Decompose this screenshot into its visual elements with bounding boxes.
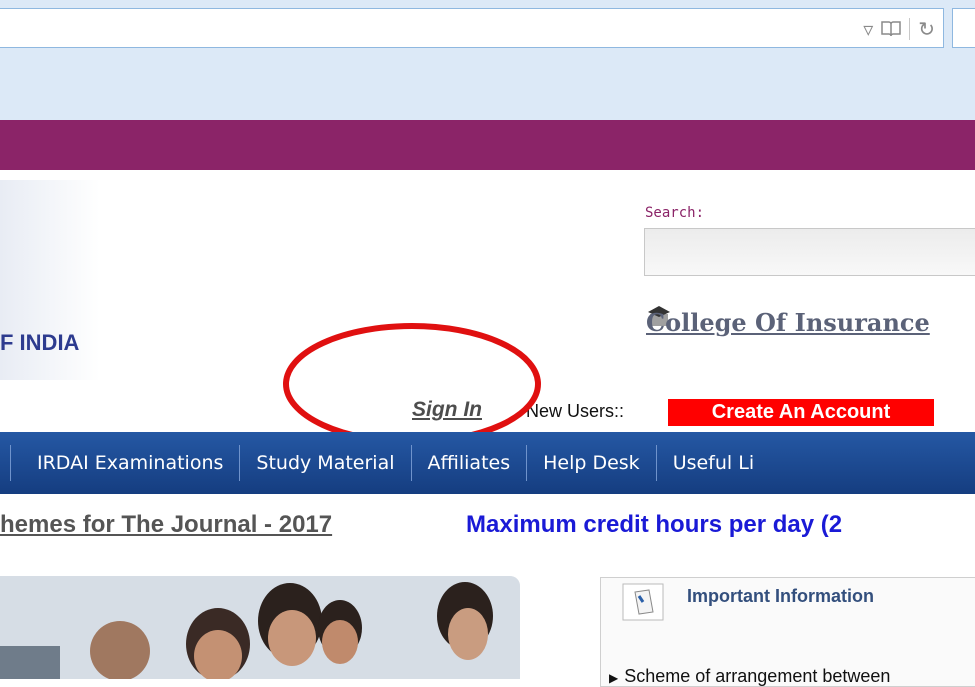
- nav-item-useful-links[interactable]: Useful Li: [657, 445, 770, 481]
- address-bar[interactable]: ▿ ↻: [0, 8, 944, 48]
- new-users-label: New Users::: [526, 401, 625, 421]
- refresh-icon[interactable]: ↻: [918, 17, 935, 41]
- toolbar-separator: [909, 18, 911, 40]
- main-nav: IRDAI Examinations Study Material Affili…: [0, 432, 975, 494]
- sign-in-link[interactable]: Sign In: [412, 398, 482, 422]
- browser-toolbar: ▿ ↻: [0, 0, 975, 120]
- info-item-label[interactable]: Scheme of arrangement between: [624, 666, 890, 686]
- list-item[interactable]: ▶ Scheme of arrangement between: [609, 666, 890, 687]
- search-input[interactable]: [644, 228, 975, 276]
- document-icon: [622, 583, 664, 621]
- info-box-title: Important Information: [687, 586, 874, 606]
- nav-item-help-desk[interactable]: Help Desk: [527, 445, 657, 481]
- create-account-button[interactable]: Create An Account: [668, 399, 934, 426]
- site-top-banner: [0, 120, 975, 170]
- nav-item-study-material[interactable]: Study Material: [240, 445, 412, 481]
- news-highlight[interactable]: Maximum credit hours per day (2: [466, 511, 842, 539]
- nav-item-affiliates[interactable]: Affiliates: [412, 445, 528, 481]
- college-of-insurance-link[interactable]: College Of Insurance: [646, 308, 930, 337]
- search-label: Search:: [645, 205, 705, 221]
- reading-view-icon[interactable]: [881, 20, 901, 38]
- nav-item-irdai-examinations[interactable]: IRDAI Examinations: [11, 445, 241, 481]
- banner-photo: [0, 576, 520, 679]
- site-header: F INDIA Search: College Of Insurance Sig…: [0, 170, 975, 432]
- dropdown-arrow-icon[interactable]: ▿: [863, 17, 873, 41]
- bullet-triangle-icon: ▶: [609, 671, 619, 685]
- search-box-stub[interactable]: [952, 8, 975, 48]
- org-name-fragment: F INDIA: [0, 330, 80, 355]
- important-info-box: Important Information ▶ Scheme of arrange…: [600, 577, 975, 687]
- news-link[interactable]: hemes for The Journal - 2017: [0, 511, 332, 539]
